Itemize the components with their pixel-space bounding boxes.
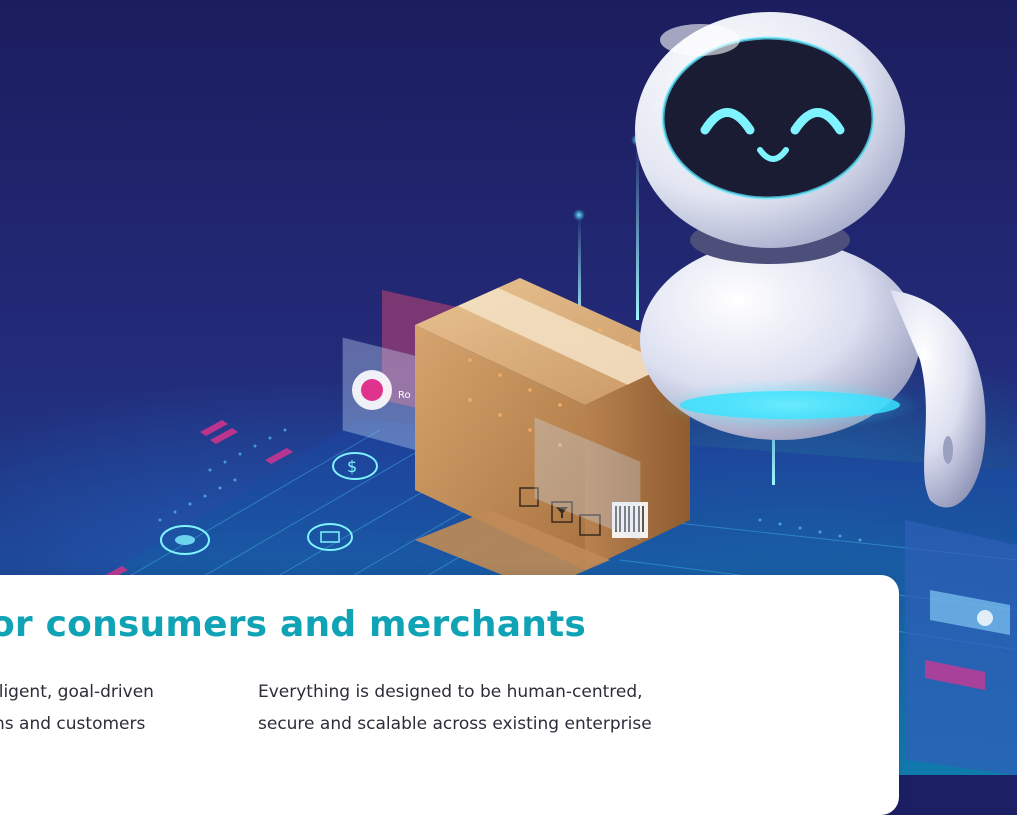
intro-paragraph-right: Everything is designed to be human-centr… (258, 676, 652, 740)
body-line-1: Everything is designed to be human-centr… (258, 682, 643, 702)
side-panel (905, 520, 1017, 775)
intro-line-2: ns and customers (0, 714, 146, 734)
intro-paragraph-left: lligent, goal-driven ns and customers (0, 676, 154, 740)
svg-text:$: $ (347, 457, 357, 476)
intro-line-1: lligent, goal-driven (0, 682, 154, 702)
headline: or consumers and merchants (0, 604, 587, 645)
ui-card-text: Ro (398, 390, 411, 401)
body-line-2: secure and scalable across existing ente… (258, 714, 652, 734)
